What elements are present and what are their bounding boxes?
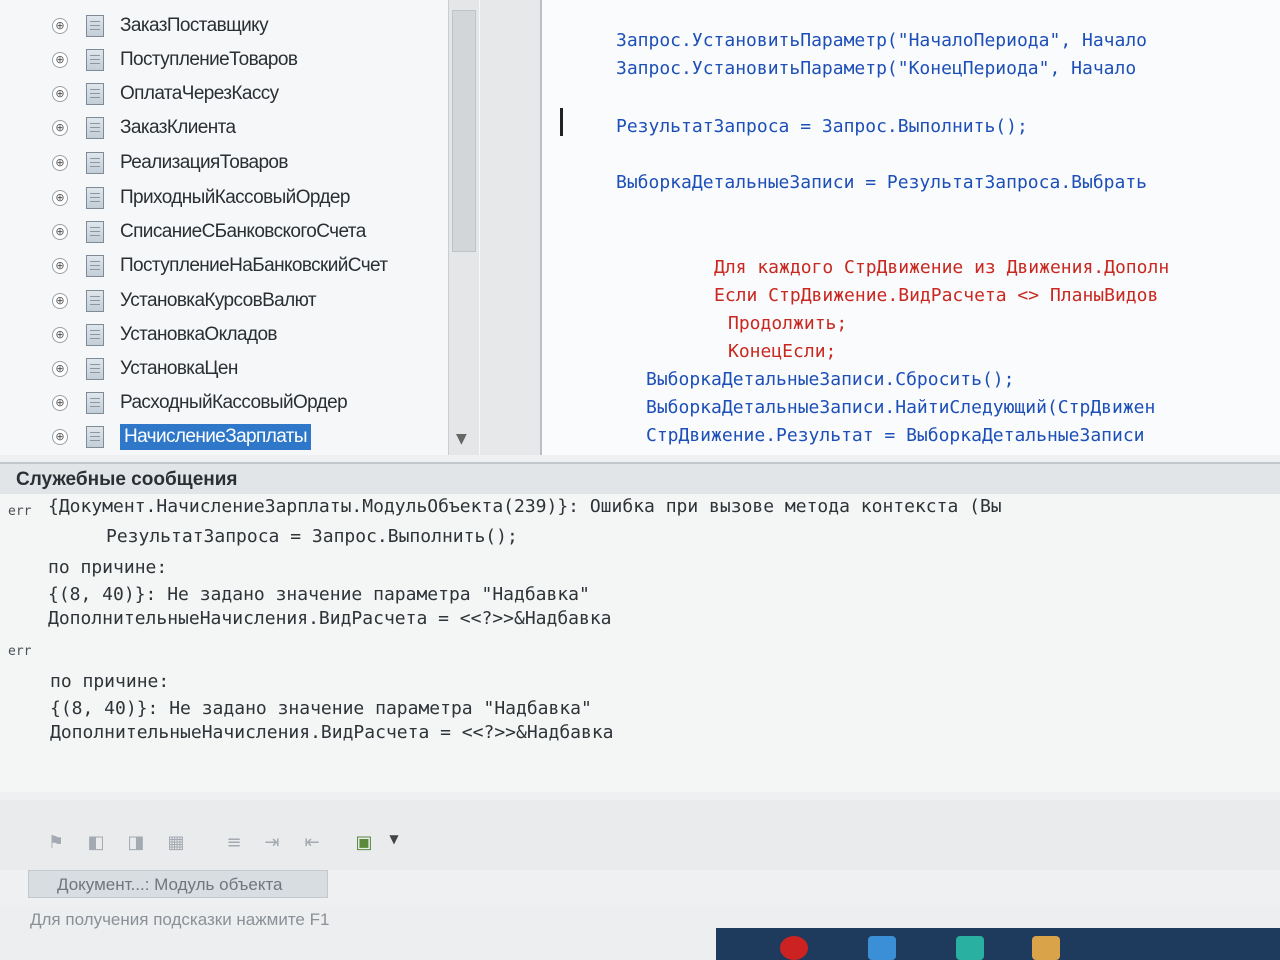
message-line: {(8, 40)}: Не задано значение параметра … — [50, 698, 592, 719]
status-hint: Для получения подсказки нажмите F1 — [30, 910, 330, 929]
window-tab[interactable]: Документ...: Модуль объекта — [28, 870, 328, 898]
document-icon — [86, 290, 104, 312]
message-line: ДополнительныеНачисления.ВидРасчета = <<… — [48, 608, 612, 629]
tree-item-ustanovka-cen[interactable]: ⊕ УстановкаЦен — [52, 354, 238, 384]
code-line: Продолжить; — [728, 313, 848, 334]
bookmark-next-icon[interactable]: ◨ — [124, 832, 148, 854]
code-line: ВыборкаДетальныеЗаписи.Сбросить(); — [646, 369, 1015, 390]
expand-icon[interactable]: ⊕ — [52, 120, 68, 136]
code-line: Запрос.УстановитьПараметр("НачалоПериода… — [616, 30, 1148, 51]
tree-item-prihodny-kassovy-order[interactable]: ⊕ ПриходныйКассовыйОрдер — [52, 183, 350, 213]
tree-item-label: РеализацияТоваров — [120, 152, 289, 173]
scroll-down-icon[interactable]: ▼ — [456, 431, 467, 447]
expand-icon[interactable]: ⊕ — [52, 86, 68, 102]
tree-item-zakaz-klienta[interactable]: ⊕ ЗаказКлиента — [52, 113, 236, 143]
tree-item-realizaciya-tovarov[interactable]: ⊕ РеализацияТоваров — [52, 148, 289, 178]
document-icon — [86, 324, 104, 346]
bookmark-prev-icon[interactable]: ◧ — [84, 832, 108, 854]
message-line: {(8, 40)}: Не задано значение параметра … — [48, 584, 590, 605]
document-icon — [86, 83, 104, 105]
expand-icon[interactable]: ⊕ — [52, 395, 68, 411]
code-line: ВыборкаДетальныеЗаписи = РезультатЗапрос… — [616, 172, 1148, 193]
document-icon — [86, 187, 104, 209]
tree-item-label: УстановкаОкладов — [120, 324, 278, 345]
tree-scrollbar[interactable]: ▼ — [448, 0, 479, 455]
error-tag: err — [8, 504, 32, 519]
indent-more-icon[interactable]: ⇥ — [260, 832, 284, 854]
tree-item-label: ЗаказКлиента — [120, 117, 236, 138]
document-icon — [86, 15, 104, 37]
app-icon[interactable] — [780, 936, 808, 960]
expand-icon[interactable]: ⊕ — [52, 327, 68, 343]
expand-icon[interactable]: ⊕ — [52, 293, 68, 309]
code-line: РезультатЗапроса = Запрос.Выполнить(); — [616, 116, 1028, 137]
tree-item-label: УстановкаКурсовВалют — [120, 290, 317, 311]
expand-icon[interactable]: ⊕ — [52, 190, 68, 206]
document-icon — [86, 117, 104, 139]
document-icon — [86, 255, 104, 277]
tree-item-label: ПоступлениеТоваров — [120, 49, 298, 70]
tree-item-label: ПоступлениеНаБанковскийСчет — [120, 255, 388, 276]
code-line: СтрДвижение.Результат = ВыборкаДетальные… — [646, 425, 1145, 446]
indent-icon[interactable]: ≡ — [222, 832, 246, 854]
document-icon — [86, 392, 104, 414]
messages-title: Служебные сообщения — [0, 462, 1280, 494]
document-icon — [86, 426, 104, 448]
code-line: ВыборкаДетальныеЗаписи.НайтиСледующий(Ст… — [646, 397, 1156, 418]
tree-item-label: ЗаказПоставщику — [120, 15, 269, 36]
tree-item-rashodny-kassovy-order[interactable]: ⊕ РасходныйКассовыйОрдер — [52, 388, 348, 418]
tree-item-postuplenie-tovarov[interactable]: ⊕ ПоступлениеТоваров — [52, 45, 298, 75]
expand-icon[interactable]: ⊕ — [52, 52, 68, 68]
tree-item-zakaz-postavshiku[interactable]: ⊕ ЗаказПоставщику — [52, 11, 269, 41]
tree-item-nachislenie-zarplaty[interactable]: ⊕ НачислениеЗарплаты — [52, 422, 311, 452]
expand-icon[interactable]: ⊕ — [52, 155, 68, 171]
tree-item-postuplenie-na-bankovsky-schet[interactable]: ⊕ ПоступлениеНаБанковскийСчет — [52, 251, 388, 281]
tree-item-ustanovka-okladov[interactable]: ⊕ УстановкаОкладов — [52, 320, 278, 350]
tree-item-ustanovka-kursov-valyut[interactable]: ⊕ УстановкаКурсовВалют — [52, 286, 317, 316]
insert-icon[interactable]: ▣ — [352, 832, 376, 854]
messages-toolbar: ⚑ ◧ ◨ ▦ ≡ ⇥ ⇤ ▣ ▼ — [0, 800, 1280, 870]
expand-icon[interactable]: ⊕ — [52, 224, 68, 240]
tree-item-label: РасходныйКассовыйОрдер — [120, 392, 348, 413]
code-line: Если СтрДвижение.ВидРасчета <> ПланыВидо… — [714, 285, 1159, 306]
code-line: Запрос.УстановитьПараметр("КонецПериода"… — [616, 58, 1137, 79]
code-editor[interactable]: Запрос.УстановитьПараметр("НачалоПериода… — [540, 0, 1280, 455]
expand-icon[interactable]: ⊕ — [52, 18, 68, 34]
tree-item-label: ОплатаЧерезКассу — [120, 83, 279, 104]
tree-item-label: УстановкаЦен — [120, 358, 238, 379]
panel-splitter[interactable] — [480, 0, 540, 455]
service-messages-panel[interactable]: Служебные сообщения err {Документ.Начисл… — [0, 462, 1280, 792]
message-line: по причине: — [48, 557, 168, 578]
tree-item-label: СписаниеСБанковскогоСчета — [120, 221, 366, 242]
indent-less-icon[interactable]: ⇤ — [300, 832, 324, 854]
text-caret — [560, 108, 563, 136]
code-line: КонецЕсли; — [728, 341, 837, 362]
document-icon — [86, 152, 104, 174]
flag-icon[interactable]: ⚑ — [44, 832, 68, 854]
taskbar — [716, 928, 1280, 960]
expand-icon[interactable]: ⊕ — [52, 361, 68, 377]
document-icon — [86, 49, 104, 71]
message-line: по причине: — [50, 671, 170, 692]
tree-item-label: ПриходныйКассовыйОрдер — [120, 187, 350, 208]
tree-item-label: НачислениеЗарплаты — [120, 424, 311, 450]
error-tag: err — [8, 644, 32, 659]
scrollbar-thumb[interactable] — [452, 10, 476, 252]
message-line: РезультатЗапроса = Запрос.Выполнить(); — [106, 526, 518, 547]
app-icon[interactable] — [868, 936, 896, 960]
expand-icon[interactable]: ⊕ — [52, 258, 68, 274]
document-icon — [86, 221, 104, 243]
app-icon[interactable] — [1032, 936, 1060, 960]
tree-item-oplata-cherez-kassu[interactable]: ⊕ ОплатаЧерезКассу — [52, 79, 279, 109]
metadata-tree[interactable]: ⊕ ЗаказПоставщику ⊕ ПоступлениеТоваров ⊕… — [0, 0, 480, 455]
tree-item-spisanie-s-bankovskogo-scheta[interactable]: ⊕ СписаниеСБанковскогоСчета — [52, 217, 366, 247]
code-line: Для каждого СтрДвижение из Движения.Допо… — [714, 257, 1170, 278]
expand-icon[interactable]: ⊕ — [52, 429, 68, 445]
message-line: ДополнительныеНачисления.ВидРасчета = <<… — [50, 722, 614, 743]
document-icon — [86, 358, 104, 380]
bookmark-clear-icon[interactable]: ▦ — [164, 832, 188, 854]
app-icon[interactable] — [956, 936, 984, 960]
chevron-down-icon[interactable]: ▼ — [382, 832, 406, 854]
message-line: {Документ.НачислениеЗарплаты.МодульОбъек… — [48, 496, 1002, 517]
